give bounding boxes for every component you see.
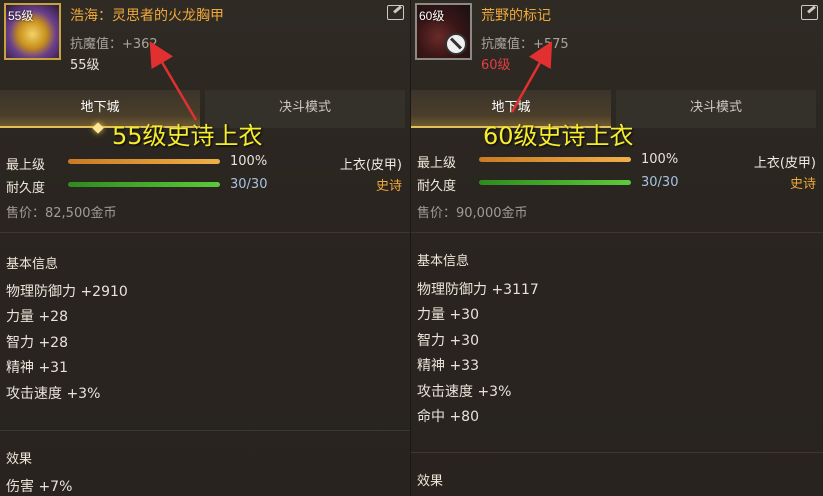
attr-strength: 力量 +28 bbox=[6, 309, 68, 325]
item-name: 荒野的标记 bbox=[481, 7, 551, 23]
attr-physical-defense: 物理防御力 +3117 bbox=[417, 282, 539, 298]
basic-info-title: 基本信息 bbox=[6, 257, 59, 272]
level-value: 100% bbox=[230, 154, 268, 169]
attr-attack-speed: 攻击速度 +3% bbox=[6, 386, 101, 402]
durability-label: 耐久度 bbox=[417, 179, 457, 194]
attr-spirit: 精神 +31 bbox=[6, 360, 68, 376]
rarity-label: 史诗 bbox=[375, 179, 402, 194]
magic-resist-value: 抗魔值：+575 bbox=[481, 37, 569, 52]
armor-icon: 55级 bbox=[4, 3, 61, 60]
attr-spirit: 精神 +33 bbox=[417, 358, 479, 374]
effect-title: 效果 bbox=[417, 474, 444, 489]
level-label: 最上级 bbox=[417, 156, 457, 171]
level-bar bbox=[479, 157, 631, 162]
tab-duel[interactable]: 决斗模式 bbox=[616, 90, 816, 128]
durability-value: 30/30 bbox=[230, 177, 268, 192]
tooltip-header: 55级 浩海：灵思者的火龙胸甲 抗魔值：+362 55级 bbox=[0, 0, 410, 82]
level-value: 100% bbox=[641, 152, 679, 167]
tooltip-header: 60级 荒野的标记 抗魔值：+575 60级 bbox=[411, 0, 823, 82]
magic-resist-value: 抗魔值：+362 bbox=[70, 37, 158, 52]
edit-icon[interactable] bbox=[801, 5, 818, 20]
divider bbox=[0, 430, 410, 431]
required-level: 60级 bbox=[481, 58, 511, 73]
attr-physical-defense: 物理防御力 +2910 bbox=[6, 284, 128, 300]
basic-info-title: 基本信息 bbox=[417, 254, 470, 269]
level-badge: 60级 bbox=[419, 9, 445, 23]
divider bbox=[0, 232, 410, 233]
divider bbox=[411, 452, 823, 453]
effect-title: 效果 bbox=[6, 452, 33, 467]
required-level: 55级 bbox=[70, 58, 100, 73]
level-label: 最上级 bbox=[6, 158, 46, 173]
equipment-slot: 上衣(皮甲) bbox=[339, 158, 402, 173]
attr-attack-speed: 攻击速度 +3% bbox=[417, 384, 512, 400]
item-tooltip-right: 60级 荒野的标记 抗魔值：+575 60级 地下城 决斗模式 最上级 100%… bbox=[410, 0, 823, 496]
durability-value: 30/30 bbox=[641, 175, 679, 190]
annotation-55-epic-top: 55级史诗上衣 bbox=[112, 122, 263, 150]
attr-intelligence: 智力 +28 bbox=[6, 335, 68, 351]
attr-accuracy: 命中 +80 bbox=[417, 409, 479, 425]
level-bar bbox=[68, 159, 220, 164]
equipment-slot: 上衣(皮甲) bbox=[753, 156, 816, 171]
attr-strength: 力量 +30 bbox=[417, 307, 479, 323]
divider bbox=[411, 232, 823, 233]
rarity-label: 史诗 bbox=[789, 177, 816, 192]
edit-icon[interactable] bbox=[387, 5, 404, 20]
item-name: 浩海：灵思者的火龙胸甲 bbox=[70, 7, 224, 23]
attr-intelligence: 智力 +30 bbox=[417, 333, 479, 349]
level-badge: 55级 bbox=[8, 9, 34, 23]
durability-bar bbox=[68, 182, 220, 187]
durability-row: 耐久度 30/30 bbox=[6, 177, 406, 197]
armor-icon: 60级 bbox=[415, 3, 472, 60]
effect-damage: 伤害 +7% bbox=[6, 479, 73, 495]
durability-label: 耐久度 bbox=[6, 181, 46, 196]
sell-price: 售价：90,000金币 bbox=[417, 206, 528, 221]
item-tooltip-left: 55级 浩海：灵思者的火龙胸甲 抗魔值：+362 55级 地下城 决斗模式 最上… bbox=[0, 0, 410, 496]
sell-price: 售价：82,500金币 bbox=[6, 206, 117, 221]
annotation-60-epic-top: 60级史诗上衣 bbox=[483, 122, 634, 150]
durability-bar bbox=[479, 180, 631, 185]
ban-icon bbox=[445, 33, 467, 55]
durability-row: 耐久度 30/30 bbox=[417, 175, 817, 195]
